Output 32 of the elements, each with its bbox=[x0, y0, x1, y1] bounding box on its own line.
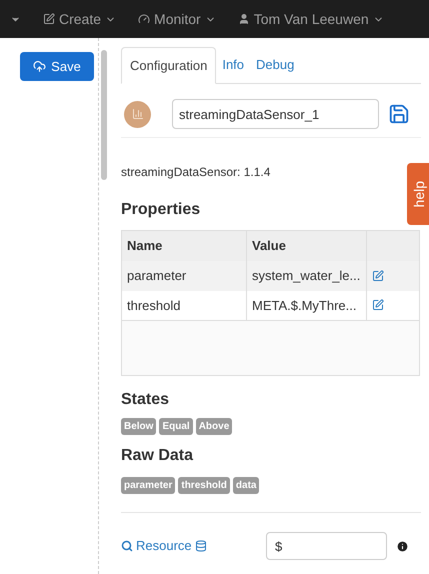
resource-input-field[interactable]: $ bbox=[266, 532, 387, 560]
nav-menu[interactable]: Create bbox=[43, 8, 116, 30]
nav-menu[interactable]: Monitor bbox=[138, 8, 216, 30]
database-icon bbox=[194, 540, 207, 552]
resource-link[interactable]: Resource bbox=[121, 536, 266, 556]
gauge-icon bbox=[138, 13, 150, 25]
edit-icon[interactable] bbox=[372, 270, 384, 282]
version-text: streamingDataSensor: 1.1.4 bbox=[121, 164, 272, 181]
state-badge: Above bbox=[196, 418, 232, 435]
name-input-field[interactable]: streamingDataSensor_1 bbox=[172, 99, 379, 129]
data-badge: data bbox=[232, 477, 260, 494]
bar-chart-icon bbox=[132, 108, 144, 120]
cloud-upload-icon bbox=[33, 60, 46, 73]
state-badge: Equal bbox=[159, 418, 193, 435]
info-icon bbox=[396, 540, 409, 552]
section-heading: Raw Data bbox=[121, 446, 194, 466]
section-heading: States bbox=[121, 390, 170, 410]
save-icon[interactable] bbox=[388, 103, 410, 125]
tab[interactable]: Configuration bbox=[121, 47, 216, 84]
search-icon bbox=[121, 540, 133, 552]
scrollbar-thumb[interactable] bbox=[101, 50, 108, 180]
data-badge: parameter bbox=[121, 477, 176, 494]
nav-menu[interactable]: Tom Van Leeuwen bbox=[238, 8, 384, 30]
save-button[interactable]: Save bbox=[20, 52, 94, 81]
edit-icon[interactable] bbox=[372, 299, 384, 312]
tab[interactable]: Debug bbox=[250, 47, 300, 83]
tab[interactable]: Info bbox=[216, 47, 250, 83]
edit-icon bbox=[43, 13, 55, 25]
state-badge: Below bbox=[121, 418, 156, 435]
user-icon bbox=[238, 13, 250, 25]
help-tab[interactable]: help bbox=[407, 163, 429, 225]
data-badge: threshold bbox=[178, 477, 230, 494]
